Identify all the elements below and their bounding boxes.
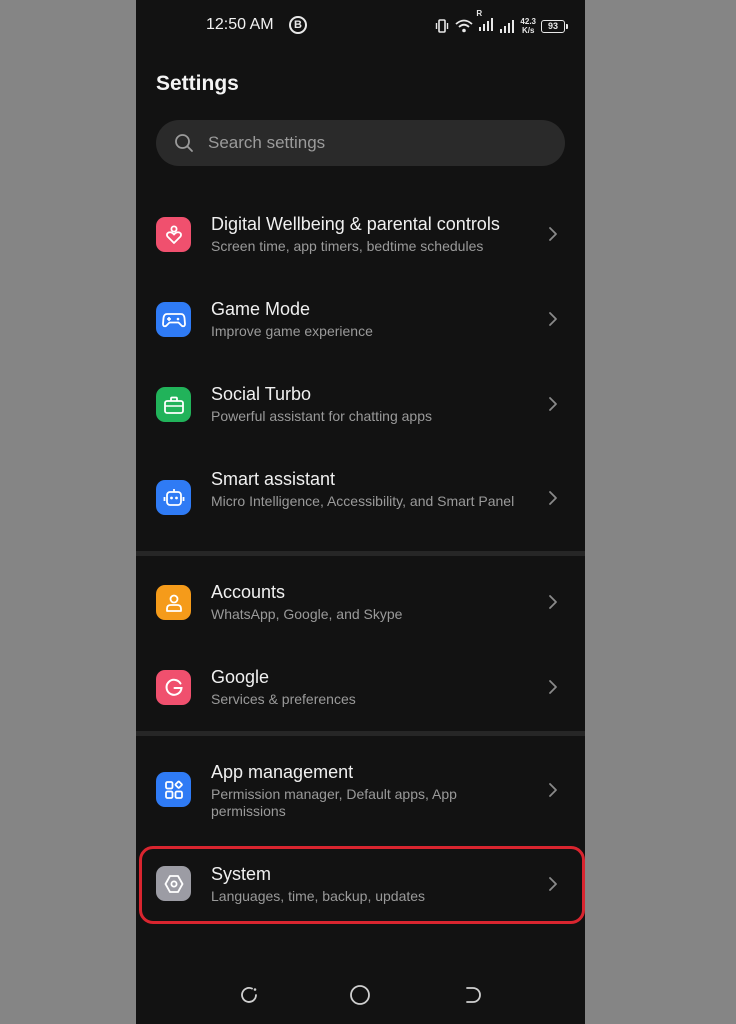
settings-item-text: App management Permission manager, Defau… <box>211 761 531 820</box>
status-bar: 12:50 AM B R 42.3 K/s 93 <box>136 0 585 52</box>
signal-icon-2 <box>500 20 515 33</box>
settings-item-title: App management <box>211 762 354 782</box>
settings-item-title: Digital Wellbeing & parental controls <box>211 214 500 234</box>
signal-icon <box>479 17 494 31</box>
chevron-right-icon <box>547 489 559 507</box>
settings-item-accounts[interactable]: Accounts WhatsApp, Google, and Skype <box>136 560 585 644</box>
battery-icon: 93 <box>541 19 568 33</box>
heart-person-icon <box>156 217 191 252</box>
settings-item-social-turbo[interactable]: Social Turbo Powerful assistant for chat… <box>136 362 585 446</box>
b-notification-icon: B <box>289 16 307 34</box>
chevron-right-icon <box>547 395 559 413</box>
settings-item-title: Social Turbo <box>211 384 312 404</box>
settings-item-text: Game Mode Improve game experience <box>211 298 531 340</box>
settings-item-title: Google <box>211 667 270 687</box>
person-icon <box>156 585 191 620</box>
back-button[interactable] <box>459 982 485 1008</box>
chevron-right-icon <box>547 781 559 799</box>
network-speed-value: 42.3 <box>520 17 536 26</box>
briefcase-icon <box>156 387 191 422</box>
search-icon <box>175 134 193 152</box>
settings-item-text: Accounts WhatsApp, Google, and Skype <box>211 581 531 623</box>
chevron-right-icon <box>547 593 559 611</box>
signal-1-group: R <box>476 9 494 36</box>
settings-item-subtitle: Micro Intelligence, Accessibility, and S… <box>211 493 515 509</box>
network-speed-unit: K/s <box>521 26 535 35</box>
chevron-right-icon <box>547 225 559 243</box>
robot-icon <box>156 480 191 515</box>
settings-item-text: Smart assistant Micro Intelligence, Acce… <box>211 468 531 510</box>
page-title: Settings <box>156 72 239 95</box>
section-divider <box>136 731 585 736</box>
wifi-icon <box>455 19 474 33</box>
settings-item-subtitle: WhatsApp, Google, and Skype <box>211 606 403 622</box>
status-time: 12:50 AM <box>206 16 274 33</box>
apps-grid-icon <box>156 772 191 807</box>
settings-item-subtitle: Powerful assistant for chatting apps <box>211 408 433 424</box>
chevron-right-icon <box>547 310 559 328</box>
recent-apps-icon <box>241 987 257 1003</box>
settings-item-game-mode[interactable]: Game Mode Improve game experience <box>136 277 585 361</box>
settings-item-text: Social Turbo Powerful assistant for chat… <box>211 383 531 425</box>
home-circle-icon <box>350 985 370 1005</box>
settings-item-smart-assistant[interactable]: Smart assistant Micro Intelligence, Acce… <box>136 447 585 551</box>
google-g-icon <box>156 670 191 705</box>
settings-item-google[interactable]: Google Services & preferences <box>136 645 585 729</box>
settings-item-title: Smart assistant <box>211 469 336 489</box>
status-icons: R 42.3 K/s 93 <box>434 9 568 38</box>
settings-item-subtitle: Screen time, app timers, bedtime schedul… <box>211 238 484 254</box>
phone-screen: 12:50 AM B R 42.3 K/s 93 Settings Search… <box>136 0 585 1024</box>
home-button[interactable] <box>347 982 373 1008</box>
gamepad-icon <box>156 302 191 337</box>
roaming-label: R <box>476 8 483 18</box>
search-placeholder: Search settings <box>208 133 326 152</box>
vibrate-icon <box>436 19 449 33</box>
network-speed: 42.3 K/s <box>520 17 536 35</box>
highlight-box <box>139 846 585 924</box>
section-divider <box>136 551 585 556</box>
settings-item-title: Game Mode <box>211 299 311 319</box>
settings-item-subtitle: Services & preferences <box>211 691 356 707</box>
back-icon <box>466 987 481 1003</box>
settings-item-subtitle: Permission manager, Default apps, App pe… <box>211 786 457 819</box>
settings-item-subtitle: Improve game experience <box>211 323 373 339</box>
navigation-bar <box>136 970 585 1020</box>
settings-item-app-management[interactable]: App management Permission manager, Defau… <box>136 740 585 840</box>
chevron-right-icon <box>547 678 559 696</box>
settings-item-title: Accounts <box>211 582 286 602</box>
recent-apps-button[interactable] <box>236 982 262 1008</box>
settings-item-text: Google Services & preferences <box>211 666 531 708</box>
search-bar[interactable]: Search settings <box>156 120 565 166</box>
settings-item-text: Digital Wellbeing & parental controls Sc… <box>211 213 531 255</box>
settings-item-digital-wellbeing[interactable]: Digital Wellbeing & parental controls Sc… <box>136 192 585 276</box>
